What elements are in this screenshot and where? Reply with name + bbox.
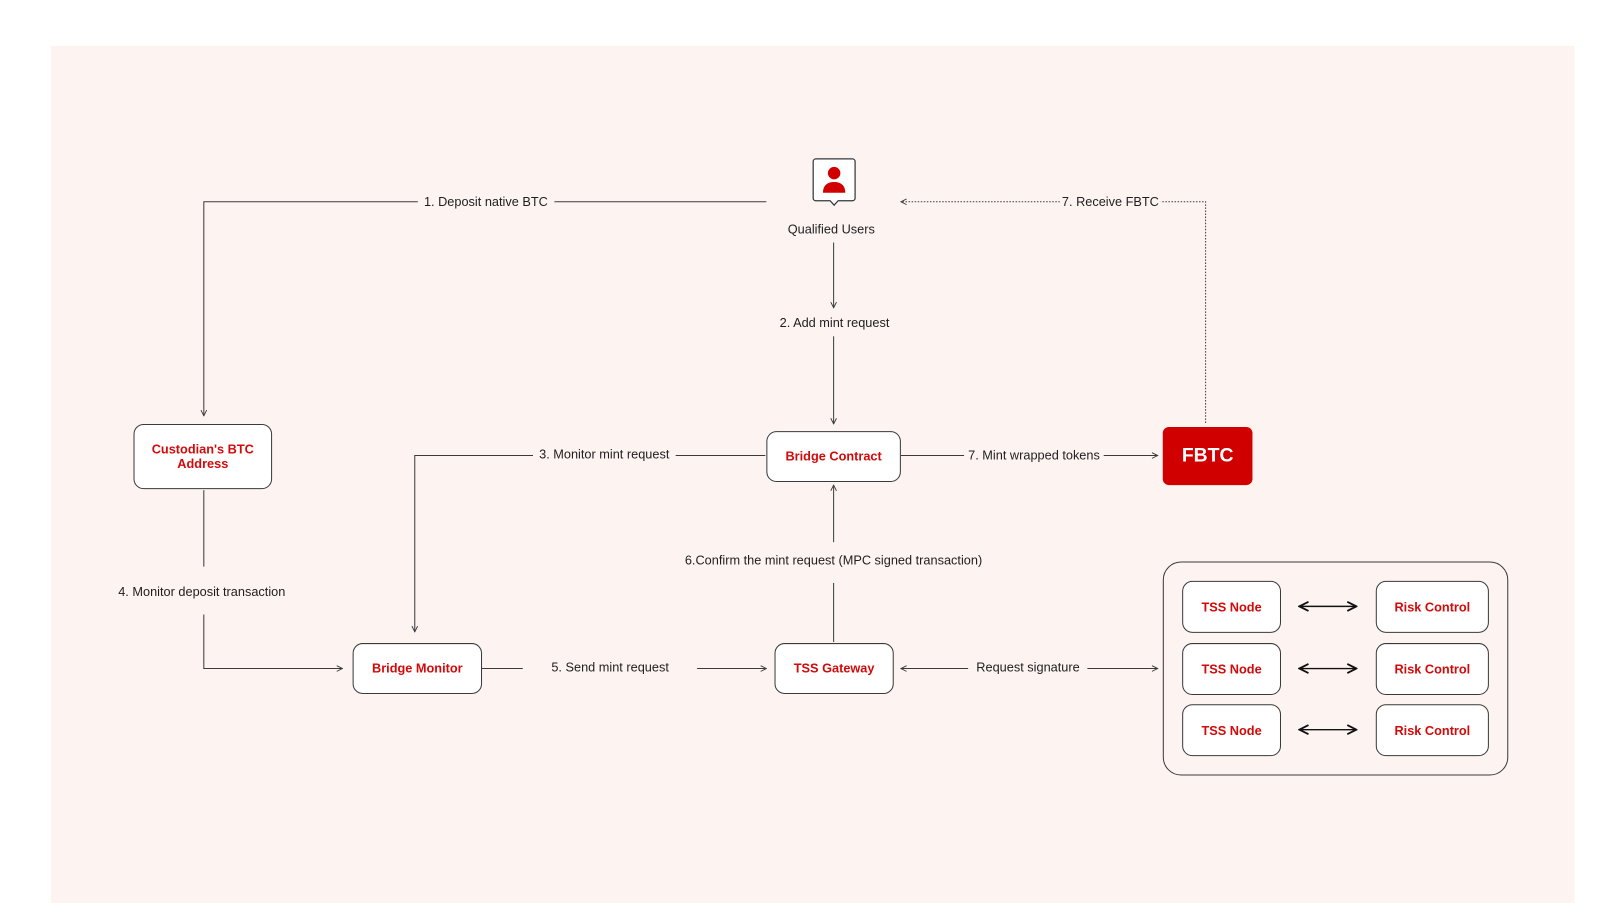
user-icon xyxy=(812,158,856,207)
label-monitor-deposit-tx: 4. Monitor deposit transaction xyxy=(116,584,288,601)
label-monitor-mint-request: 3. Monitor mint request xyxy=(532,447,676,463)
label-receive-fbtc: 7. Receive FBTC xyxy=(1059,194,1161,210)
node-bridge-monitor-label: Bridge Monitor xyxy=(372,661,463,676)
node-risk-control-1[interactable]: Risk Control xyxy=(1375,580,1489,633)
node-risk-control-2[interactable]: Risk Control xyxy=(1375,643,1489,696)
node-tss-node-1[interactable]: TSS Node xyxy=(1182,580,1282,633)
node-bridge-contract[interactable]: Bridge Contract xyxy=(766,431,901,483)
node-tss-node-2[interactable]: TSS Node xyxy=(1182,643,1282,696)
node-custodian-btc-address[interactable]: Custodian's BTC Address xyxy=(133,423,273,490)
label-send-mint-request: 5. Send mint request xyxy=(522,660,698,676)
label-request-signature: Request signature xyxy=(968,660,1088,676)
node-risk-control-3[interactable]: Risk Control xyxy=(1375,704,1489,757)
risk-control-3-label: Risk Control xyxy=(1394,723,1471,738)
tss-node-2-label: TSS Node xyxy=(1201,661,1262,677)
edge-monitor-mint-request xyxy=(415,455,766,632)
edge-receive-fbtc xyxy=(901,202,1207,423)
node-custodian-label: Custodian's BTC Address xyxy=(151,442,254,471)
label-add-mint-request: 2. Add mint request xyxy=(775,315,894,332)
node-tss-node-3[interactable]: TSS Node xyxy=(1182,704,1282,757)
tss-node-3-label: TSS Node xyxy=(1201,723,1262,738)
node-bridge-contract-label: Bridge Contract xyxy=(785,449,882,464)
risk-control-2-label: Risk Control xyxy=(1394,661,1471,677)
node-fbtc[interactable]: FBTC xyxy=(1162,427,1253,486)
diagram-stage: 1. Deposit native BTC 7. Receive FBTC 2.… xyxy=(0,0,1598,917)
label-confirm-mint-request: 6.Confirm the mint request (MPC signed t… xyxy=(682,553,985,569)
risk-control-1-label: Risk Control xyxy=(1394,599,1471,615)
label-deposit-native-btc: 1. Deposit native BTC xyxy=(417,194,554,210)
label-qualified-users: Qualified Users xyxy=(787,222,875,237)
node-tss-gateway-label: TSS Gateway xyxy=(793,661,875,676)
tss-node-1-label: TSS Node xyxy=(1201,599,1262,615)
node-fbtc-label: FBTC xyxy=(1181,444,1234,467)
edge-monitor-deposit-bottom xyxy=(203,614,343,669)
node-bridge-monitor[interactable]: Bridge Monitor xyxy=(352,643,483,695)
label-mint-wrapped-tokens: 7. Mint wrapped tokens xyxy=(964,448,1104,464)
edge-deposit-native-btc xyxy=(204,201,767,416)
node-tss-gateway[interactable]: TSS Gateway xyxy=(774,643,894,695)
